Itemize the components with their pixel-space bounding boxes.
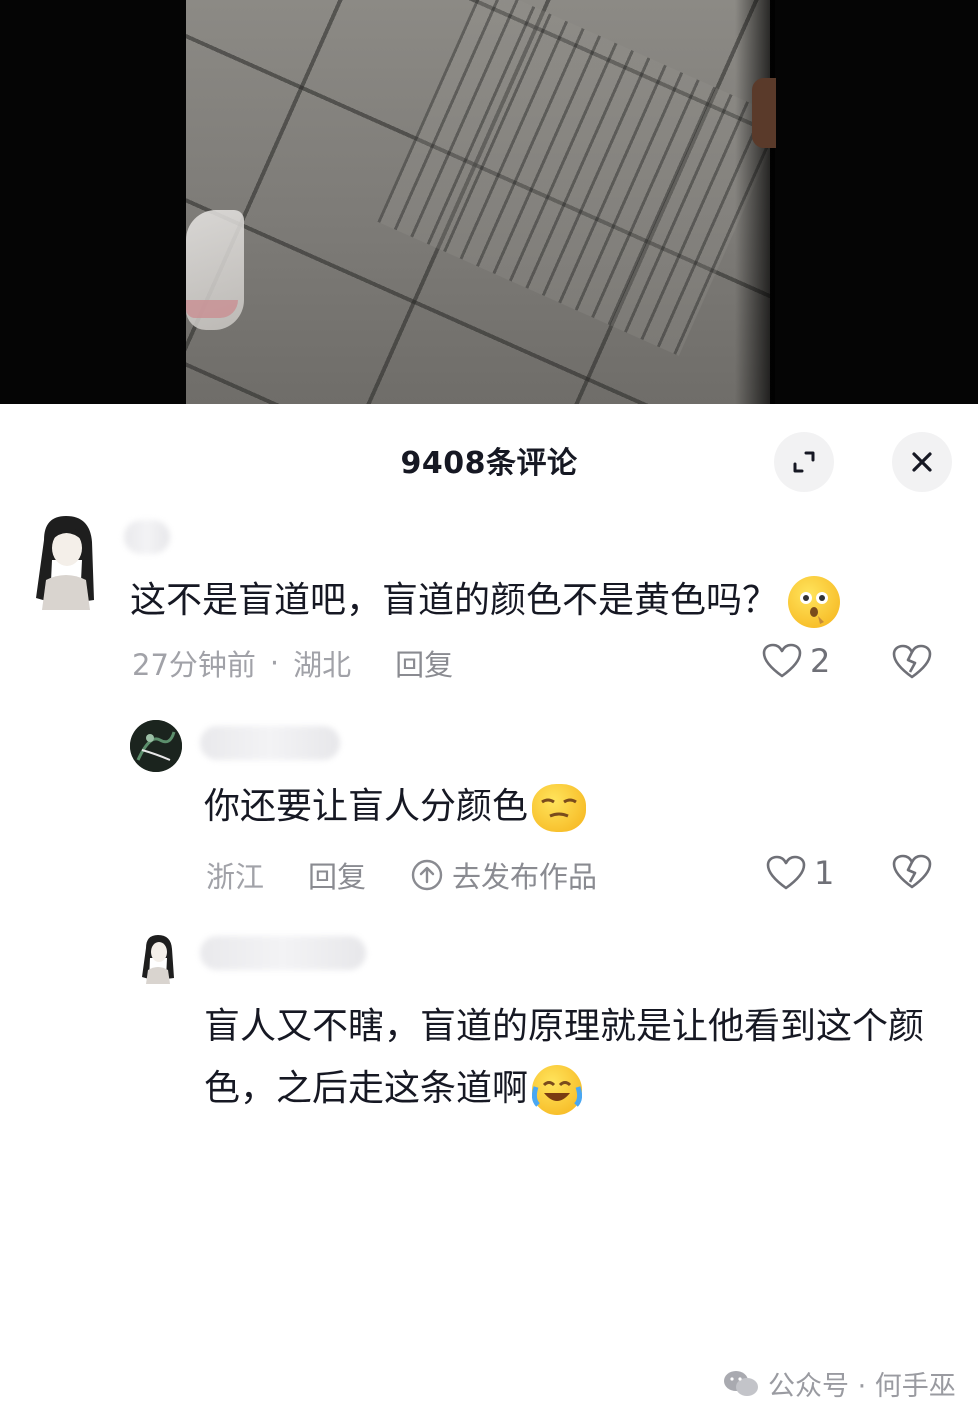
watermark-text: 公众号 · 何手巫 xyxy=(768,1371,956,1402)
close-icon xyxy=(912,452,932,472)
meta-separator: · xyxy=(269,646,280,680)
like-button[interactable]: 2 xyxy=(762,642,830,680)
video-player[interactable] xyxy=(0,0,978,404)
avatar-dark-icon xyxy=(130,720,182,772)
like-count: 1 xyxy=(814,854,835,892)
finger xyxy=(752,78,776,148)
dislike-button[interactable] xyxy=(892,854,932,894)
video-shadow xyxy=(735,0,775,404)
wechat-icon xyxy=(724,1370,758,1396)
comment-meta: 27分钟前 · 湖北 回复 xyxy=(132,642,453,684)
dislike-button[interactable] xyxy=(892,644,932,684)
video-frame xyxy=(186,0,770,404)
like-count: 2 xyxy=(810,642,831,680)
comment-text: 这不是盲道吧，盲道的颜色不是黄色吗？ xyxy=(130,576,841,628)
thinking-emoji-icon xyxy=(788,576,841,628)
avatar-girl-icon xyxy=(138,932,178,984)
blurred-username[interactable] xyxy=(124,520,170,554)
comment-meta: 浙江 回复 去发布作品 xyxy=(206,854,597,896)
expand-button[interactable] xyxy=(774,432,834,492)
comment-text: 盲人又不瞎，盲道的原理就是让他看到这个颜色，之后走这条道啊 xyxy=(204,996,944,1120)
heart-icon xyxy=(766,855,806,890)
blurred-username[interactable] xyxy=(200,936,366,970)
broken-heart-icon xyxy=(892,854,932,889)
comment-region: 浙江 xyxy=(206,860,265,894)
avatar[interactable] xyxy=(130,720,182,772)
avatar[interactable] xyxy=(30,510,100,610)
avatar-girl-icon xyxy=(30,510,100,610)
comment-region: 湖北 xyxy=(293,648,352,682)
close-button[interactable] xyxy=(892,432,952,492)
comment-time: 27分钟前 xyxy=(132,648,256,682)
publish-work-label: 去发布作品 xyxy=(452,860,598,894)
avatar[interactable] xyxy=(138,932,178,984)
heart-icon xyxy=(762,643,802,678)
comment-text: 你还要让盲人分颜色 xyxy=(204,784,587,832)
broken-heart-icon xyxy=(892,644,932,679)
blurred-username[interactable] xyxy=(200,726,340,760)
reply-button[interactable]: 回复 xyxy=(395,642,453,684)
smug-emoji-icon xyxy=(532,784,587,832)
reply-button[interactable]: 回复 xyxy=(308,854,366,896)
publish-work-button[interactable]: 去发布作品 xyxy=(410,854,597,896)
like-button[interactable]: 1 xyxy=(766,854,834,892)
expand-icon xyxy=(793,451,815,473)
watermark: 公众号 · 何手巫 xyxy=(722,1364,956,1403)
upload-circle-icon xyxy=(411,859,443,891)
laugh-cry-emoji-icon xyxy=(531,1065,583,1115)
comment-panel: 9408条评论 这不是盲道吧，盲道的颜色不是黄色吗？ 27分钟前 · 湖北 回复 xyxy=(0,404,978,1402)
